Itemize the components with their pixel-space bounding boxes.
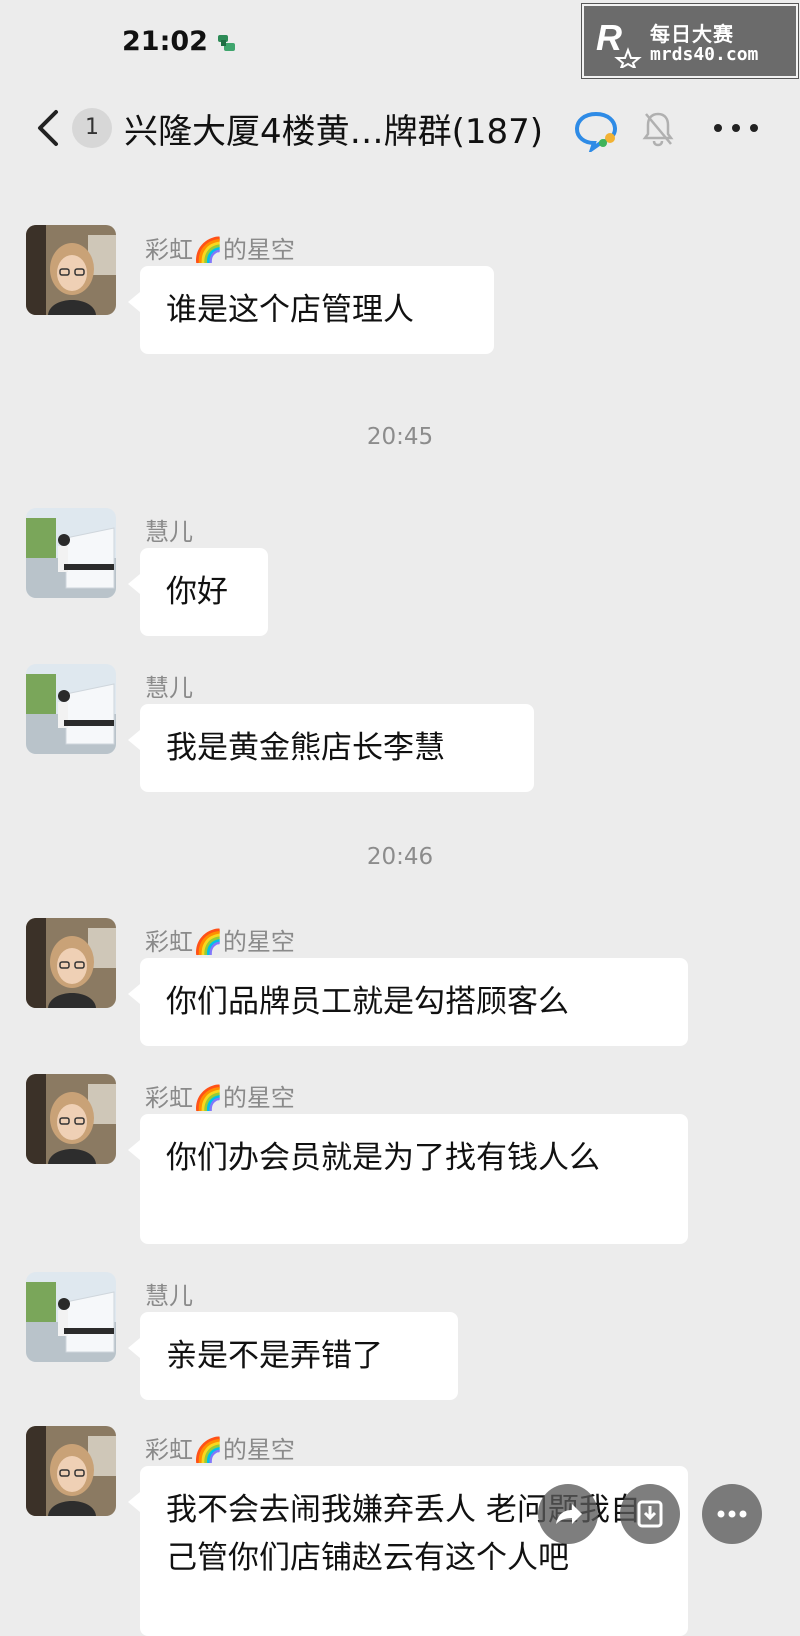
- sender-name: 慧儿: [145, 674, 193, 702]
- avatar-girl-illustration: [26, 918, 116, 1008]
- message-bubble[interactable]: 亲是不是弄错了: [128, 1312, 458, 1400]
- avatar-huier[interactable]: [26, 1272, 116, 1362]
- message-bubble[interactable]: 你们品牌员工就是勾搭顾客么: [128, 958, 688, 1046]
- chat-title[interactable]: 兴隆大厦4楼黄…牌群(187): [124, 104, 543, 153]
- app-notification-icon: [218, 35, 235, 51]
- avatar-girl-illustration: [26, 1074, 116, 1164]
- share-button[interactable]: [538, 1484, 598, 1544]
- avatar-girl-illustration: [26, 225, 116, 315]
- sender-name: 彩虹🌈的星空: [145, 1084, 295, 1112]
- chat-header: 1 兴隆大厦4楼黄…牌群(187): [0, 88, 800, 168]
- unread-count-badge[interactable]: 1: [72, 108, 112, 148]
- message-bubble[interactable]: 你好: [128, 548, 268, 636]
- avatar-girl-illustration: [26, 1426, 116, 1516]
- avatar-caihong[interactable]: [26, 1074, 116, 1164]
- avatar-piano-illustration: [26, 664, 116, 754]
- bell-mute-icon[interactable]: [640, 108, 676, 148]
- download-icon: [637, 1500, 663, 1528]
- sender-name: 彩虹🌈的星空: [145, 928, 295, 956]
- sender-name: 慧儿: [145, 1282, 193, 1310]
- watermark-title: 每日大赛: [650, 22, 734, 46]
- sender-name: 慧儿: [145, 518, 193, 546]
- avatar-piano-illustration: [26, 508, 116, 598]
- message-bubble[interactable]: 谁是这个店管理人: [128, 266, 494, 354]
- download-button[interactable]: [620, 1484, 680, 1544]
- more-actions-button[interactable]: [702, 1484, 762, 1544]
- sender-name: 彩虹🌈的星空: [145, 236, 295, 264]
- watermark-badge: R 每日大赛 mrds40.com: [582, 4, 798, 78]
- avatar-caihong[interactable]: [26, 918, 116, 1008]
- message-bubble[interactable]: 我是黄金熊店长李慧: [128, 704, 534, 792]
- watermark-logo-icon: R: [596, 17, 642, 68]
- back-chevron-icon[interactable]: [30, 106, 70, 150]
- more-horizontal-icon: [717, 1510, 747, 1518]
- status-time: 21:02: [122, 26, 208, 57]
- more-options-icon[interactable]: [708, 110, 764, 146]
- share-icon: [556, 1504, 582, 1524]
- message-bubble[interactable]: 你们办会员就是为了找有钱人么: [128, 1114, 688, 1244]
- avatar-caihong[interactable]: [26, 225, 116, 315]
- sender-name: 彩虹🌈的星空: [145, 1436, 295, 1464]
- avatar-piano-illustration: [26, 1272, 116, 1362]
- avatar-huier[interactable]: [26, 508, 116, 598]
- svg-text:R: R: [596, 17, 622, 58]
- timestamp-separator: 20:45: [366, 424, 434, 450]
- chat-bubble-icon[interactable]: [572, 108, 620, 152]
- watermark-url: mrds40.com: [650, 44, 759, 65]
- timestamp-separator: 20:46: [366, 844, 434, 870]
- avatar-huier[interactable]: [26, 664, 116, 754]
- message-bubble[interactable]: 我不会去闹我嫌弃丢人 老问题我自己管你们店铺赵云有这个人吧: [128, 1466, 688, 1636]
- avatar-caihong[interactable]: [26, 1426, 116, 1516]
